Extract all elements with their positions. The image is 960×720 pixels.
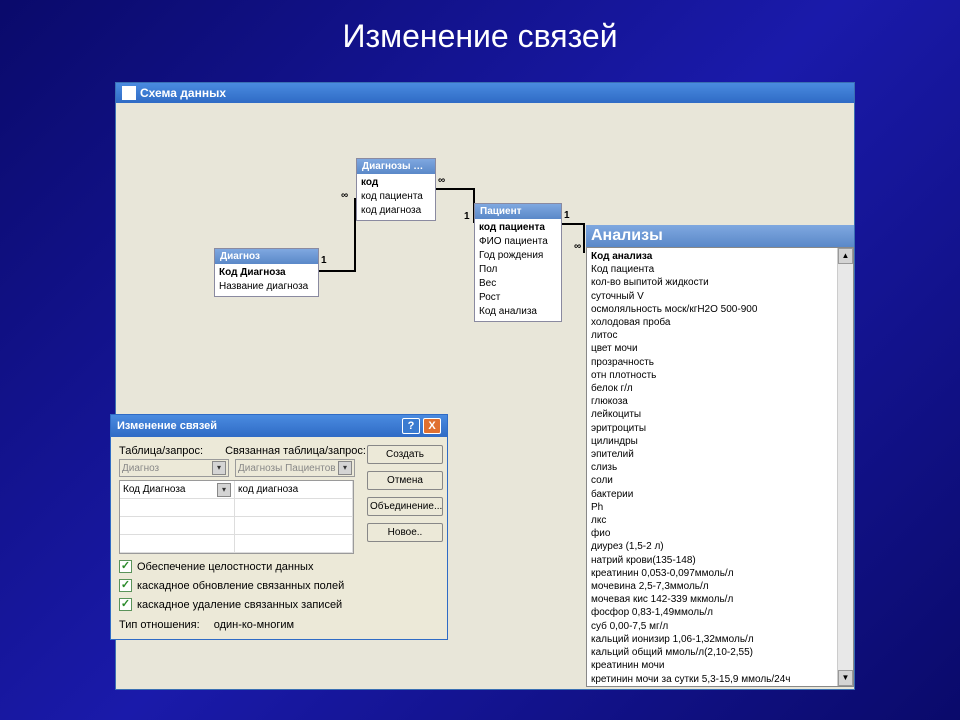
table-patient[interactable]: Пациент код пациента ФИО пациента Год ро… xyxy=(474,203,562,322)
field[interactable]: слизь xyxy=(591,461,849,474)
field[interactable]: код диагноза xyxy=(361,204,431,218)
field[interactable]: лейкоциты xyxy=(591,408,849,421)
checkbox-cascade-delete[interactable]: ✓ xyxy=(119,598,132,611)
table-diagnozy[interactable]: Диагнозы … код код пациента код диагноза xyxy=(356,158,436,221)
field[interactable]: осмоляльность моск/кгН2О 500-900 xyxy=(591,303,849,316)
related-table-label: Связанная таблица/запрос: xyxy=(225,445,366,457)
cardinality-one: 1 xyxy=(464,211,470,222)
table-analizy[interactable]: Анализы Код анализаКод пациентакол-во вы… xyxy=(586,225,854,687)
grid-cell[interactable]: код диагноза xyxy=(238,484,298,495)
field[interactable]: кальций общий ммоль/л(2,10-2,55) xyxy=(591,646,849,659)
scrollbar[interactable]: ▲ ▼ xyxy=(837,248,853,686)
table-title: Диагноз xyxy=(215,249,318,264)
field[interactable]: суб 0,00-7,5 мг/л xyxy=(591,620,849,633)
field-pk[interactable]: код xyxy=(361,176,431,190)
dialog-titlebar[interactable]: Изменение связей ? X xyxy=(111,415,447,437)
checkbox-integrity[interactable]: ✓ xyxy=(119,560,132,573)
chevron-down-icon[interactable]: ▾ xyxy=(212,461,226,475)
schema-title-text: Схема данных xyxy=(140,86,226,100)
field[interactable]: мочевая кис 142-339 мкмоль/л xyxy=(591,593,849,606)
field[interactable]: ФИО пациента xyxy=(479,235,557,249)
field[interactable]: мочевина 2,5-7,3ммоль/л xyxy=(591,580,849,593)
field[interactable]: Ph xyxy=(591,501,849,514)
field[interactable]: холодовая проба xyxy=(591,316,849,329)
checkbox-label: каскадное обновление связанных полей xyxy=(137,580,344,592)
close-icon[interactable]: X xyxy=(423,418,441,434)
rel-line xyxy=(583,223,585,253)
field[interactable]: отн плотность xyxy=(591,369,849,382)
field[interactable]: соли xyxy=(591,474,849,487)
field[interactable]: эритроциты xyxy=(591,422,849,435)
scroll-down-icon[interactable]: ▼ xyxy=(838,670,853,686)
new-button[interactable]: Новое.. xyxy=(367,523,443,542)
field[interactable]: Вес xyxy=(479,277,557,291)
combo-value: Диагноз xyxy=(122,463,159,474)
field[interactable]: кретинин мочи за сутки 5,3-15,9 ммоль/24… xyxy=(591,673,849,686)
field[interactable]: прозрачность xyxy=(591,356,849,369)
field[interactable]: лкс xyxy=(591,514,849,527)
field[interactable]: глюкоза xyxy=(591,395,849,408)
cardinality-one: 1 xyxy=(321,255,327,266)
field[interactable]: Рост xyxy=(479,291,557,305)
field-pk[interactable]: код пациента xyxy=(479,221,557,235)
table-title: Диагнозы … xyxy=(357,159,435,174)
field[interactable]: суточный V xyxy=(591,290,849,303)
field[interactable]: Код анализа xyxy=(479,305,557,319)
left-table-combo[interactable]: Диагноз ▾ xyxy=(119,459,229,477)
field[interactable]: фосфор 0,83-1,49ммоль/л xyxy=(591,606,849,619)
create-button[interactable]: Создать xyxy=(367,445,443,464)
grid-cell[interactable]: Код Диагноза xyxy=(123,484,185,495)
field[interactable]: кол-во выпитой жидкости xyxy=(591,276,849,289)
slide-title: Изменение связей xyxy=(0,0,960,63)
checkbox-label: каскадное удаление связанных записей xyxy=(137,599,342,611)
checkbox-label: Обеспечение целостности данных xyxy=(137,561,313,573)
field[interactable]: фио xyxy=(591,527,849,540)
combo-value: Диагнозы Пациентов xyxy=(238,463,336,474)
field[interactable]: цвет мочи xyxy=(591,342,849,355)
cardinality-many: ∞ xyxy=(341,190,348,201)
checkbox-cascade-update[interactable]: ✓ xyxy=(119,579,132,592)
join-button[interactable]: Объединение... xyxy=(367,497,443,516)
field[interactable]: бактерии xyxy=(591,488,849,501)
dialog-title-text: Изменение связей xyxy=(117,420,217,432)
rel-line xyxy=(560,223,585,225)
help-icon[interactable]: ? xyxy=(402,418,420,434)
chevron-down-icon[interactable]: ▾ xyxy=(217,483,231,497)
field[interactable]: натрий крови(135-148) xyxy=(591,554,849,567)
field[interactable]: белок г/л xyxy=(591,382,849,395)
table-diagnoz[interactable]: Диагноз Код Диагноза Название диагноза xyxy=(214,248,319,297)
field[interactable]: Год рождения xyxy=(479,249,557,263)
cardinality-many: ∞ xyxy=(574,241,581,252)
rel-line xyxy=(316,270,356,272)
field[interactable]: литос xyxy=(591,329,849,342)
table-label: Таблица/запрос: xyxy=(119,445,203,457)
cancel-button[interactable]: Отмена xyxy=(367,471,443,490)
chevron-down-icon[interactable]: ▾ xyxy=(338,461,352,475)
field[interactable]: диурез (1,5-2 л) xyxy=(591,540,849,553)
field-pk[interactable]: Код Диагноза xyxy=(219,266,314,280)
relation-type-value: один-ко-многим xyxy=(214,619,294,631)
scroll-up-icon[interactable]: ▲ xyxy=(838,248,853,264)
field[interactable]: креатинин мочи xyxy=(591,659,849,672)
field-mapping-grid[interactable]: Код Диагноза ▾ код диагноза xyxy=(119,480,354,554)
field[interactable]: Код пациента xyxy=(591,263,849,276)
field[interactable]: креатинин 0,053-0,097ммоль/л xyxy=(591,567,849,580)
window-icon xyxy=(122,86,136,100)
field[interactable]: эпителий xyxy=(591,448,849,461)
cardinality-one: 1 xyxy=(564,210,570,221)
table-title: Пациент xyxy=(475,204,561,219)
field[interactable]: кальций ионизир 1,06-1,32ммоль/л xyxy=(591,633,849,646)
cardinality-many: ∞ xyxy=(438,175,445,186)
field[interactable]: цилиндры xyxy=(591,435,849,448)
field[interactable]: Пол xyxy=(479,263,557,277)
table-title: Анализы xyxy=(586,225,854,247)
right-table-combo[interactable]: Диагнозы Пациентов ▾ xyxy=(235,459,355,477)
rel-line xyxy=(435,188,475,190)
field[interactable]: Название диагноза xyxy=(219,280,314,294)
relation-type-label: Тип отношения: xyxy=(119,619,200,631)
edit-relationships-dialog: Изменение связей ? X Таблица/запрос: Свя… xyxy=(110,414,448,640)
field[interactable]: код пациента xyxy=(361,190,431,204)
field[interactable]: Код анализа xyxy=(591,250,849,263)
schema-titlebar: Схема данных xyxy=(116,83,854,103)
